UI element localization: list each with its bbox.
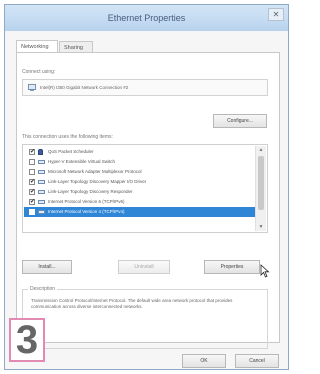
install-button[interactable]: Install... bbox=[22, 260, 72, 274]
items-label: This connection uses the following items… bbox=[22, 134, 113, 140]
list-item[interactable]: Microsoft Network Adapter Multiplexor Pr… bbox=[24, 167, 256, 177]
item-checkbox[interactable] bbox=[29, 169, 35, 175]
item-label: Microsoft Network Adapter Multiplexor Pr… bbox=[48, 169, 142, 174]
description-text: Transmission Control Protocol/Internet P… bbox=[31, 298, 233, 309]
scroll-thumb[interactable] bbox=[258, 156, 264, 210]
item-label: Internet Protocol Version 6 (TCP/IPv6) bbox=[48, 199, 125, 204]
scroll-up-icon[interactable]: ▲ bbox=[256, 146, 266, 154]
item-label: Link-Layer Topology Discovery Responder bbox=[48, 189, 133, 194]
connect-using-label: Connect using: bbox=[22, 69, 56, 75]
list-item[interactable]: ✔ Internet Protocol Version 6 (TCP/IPv6) bbox=[24, 197, 256, 207]
network-icon bbox=[38, 210, 45, 214]
list-item[interactable]: ✔ Link-Layer Topology Discovery Mapper I… bbox=[24, 177, 256, 187]
network-icon bbox=[38, 170, 45, 174]
close-button[interactable]: ✕ bbox=[268, 8, 284, 21]
item-label: Internet Protocol Version 4 (TCP/IPv4) bbox=[48, 209, 125, 214]
list-item-selected[interactable]: ✔ Internet Protocol Version 4 (TCP/IPv4) bbox=[24, 207, 256, 217]
configure-button[interactable]: Configure... bbox=[213, 114, 267, 128]
user-group-icon bbox=[38, 149, 43, 155]
items-list[interactable]: ✔ QoS Packet Scheduler Hyper-V Extensibl… bbox=[22, 144, 268, 233]
list-item[interactable]: ✔ Link-Layer Topology Discovery Responde… bbox=[24, 187, 256, 197]
list-item[interactable]: Hyper-V Extensible Virtual Switch bbox=[24, 157, 256, 167]
item-label: QoS Packet Scheduler bbox=[48, 149, 94, 154]
ethernet-properties-dialog: Ethernet Properties ✕ Networking Sharing… bbox=[4, 4, 289, 370]
properties-button[interactable]: Properties bbox=[204, 260, 260, 274]
window-title: Ethernet Properties bbox=[107, 13, 186, 23]
list-item[interactable]: ✔ QoS Packet Scheduler bbox=[24, 147, 256, 157]
description-group: Description Transmission Control Protoco… bbox=[22, 286, 268, 349]
network-icon bbox=[38, 200, 45, 204]
cancel-button[interactable]: Cancel bbox=[235, 354, 279, 368]
adapter-field: Intel(R) I350 Gigabit Network Connection… bbox=[22, 79, 268, 96]
description-label: Description bbox=[28, 286, 58, 292]
item-checkbox[interactable]: ✔ bbox=[29, 149, 35, 155]
network-icon bbox=[38, 180, 45, 184]
network-icon bbox=[38, 160, 45, 164]
uninstall-button[interactable]: Uninstall bbox=[118, 260, 170, 274]
dialog-body: Networking Sharing Connect using: Intel(… bbox=[5, 31, 288, 369]
item-label: Hyper-V Extensible Virtual Switch bbox=[48, 159, 115, 164]
adapter-name: Intel(R) I350 Gigabit Network Connection… bbox=[40, 85, 129, 90]
item-checkbox[interactable]: ✔ bbox=[29, 199, 35, 205]
item-checkbox[interactable]: ✔ bbox=[29, 209, 35, 215]
network-adapter-icon bbox=[28, 84, 36, 91]
scroll-down-icon[interactable]: ▼ bbox=[256, 223, 266, 231]
network-icon bbox=[38, 190, 45, 194]
item-checkbox[interactable] bbox=[29, 159, 35, 165]
list-scrollbar[interactable]: ▲ ▼ bbox=[255, 146, 266, 231]
mouse-pointer-icon bbox=[260, 264, 270, 278]
title-bar[interactable]: Ethernet Properties ✕ bbox=[5, 5, 288, 31]
item-label: Link-Layer Topology Discovery Mapper I/O… bbox=[48, 179, 147, 184]
step-number-badge: 3 bbox=[9, 318, 45, 362]
item-checkbox[interactable]: ✔ bbox=[29, 179, 35, 185]
ok-button[interactable]: OK bbox=[182, 354, 226, 368]
item-checkbox[interactable]: ✔ bbox=[29, 189, 35, 195]
